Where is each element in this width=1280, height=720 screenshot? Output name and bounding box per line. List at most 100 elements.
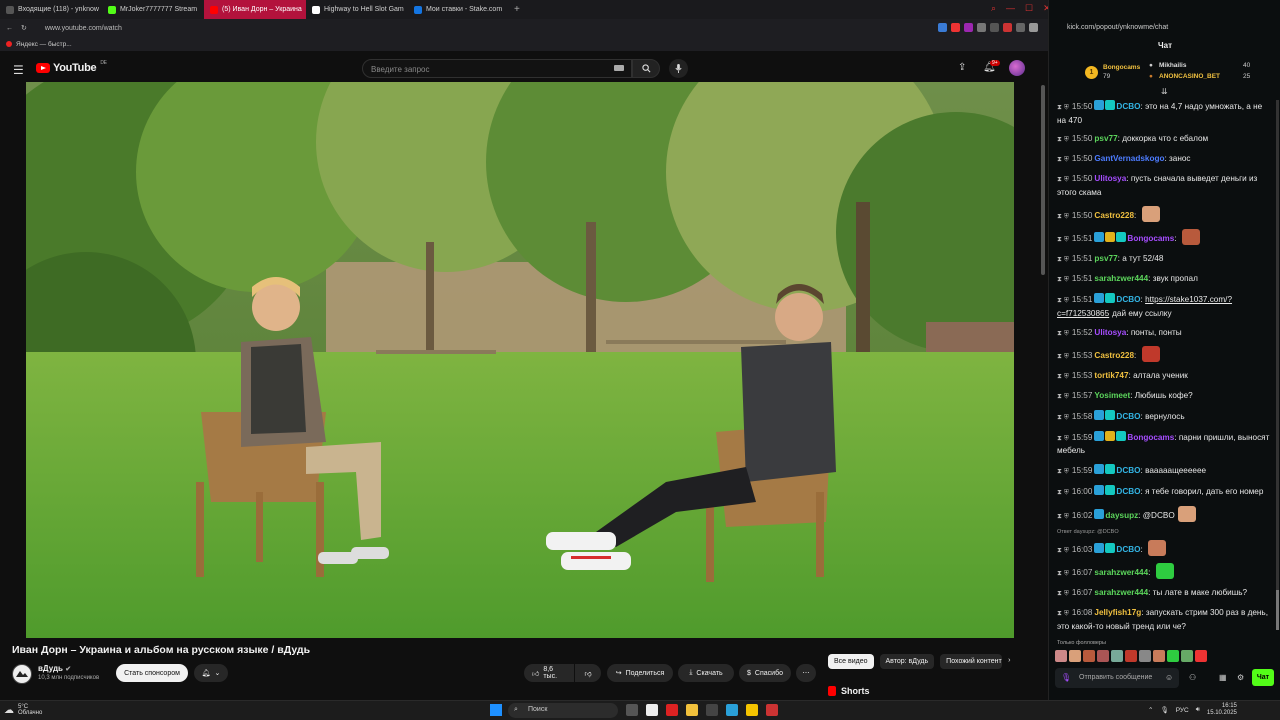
message-username[interactable]: Ulitosya	[1094, 328, 1126, 337]
language-indicator[interactable]: РУС	[1176, 707, 1189, 714]
sticky-notes-icon[interactable]	[746, 704, 758, 716]
emote-icon[interactable]	[1055, 650, 1067, 662]
emote-icon[interactable]	[1153, 650, 1165, 662]
chevron-up-icon[interactable]: ⌃	[1148, 706, 1153, 714]
search-button[interactable]	[632, 59, 660, 78]
message-username[interactable]: DCBO	[1116, 102, 1140, 111]
chat-message[interactable]: ⧗ ⛨ 15:58 DCBO: вернулось	[1057, 410, 1271, 425]
emote-icon[interactable]	[1069, 650, 1081, 662]
page-scrollbar[interactable]	[1041, 85, 1045, 275]
message-username[interactable]: DCBO	[1116, 295, 1140, 304]
weather-widget[interactable]: ☁ 5°C Облачно	[4, 704, 42, 716]
yandex-browser-icon[interactable]	[646, 704, 658, 716]
message-username[interactable]: daysupz	[1105, 511, 1138, 520]
windows-start-icon[interactable]	[490, 704, 502, 716]
chat-message[interactable]: ⧗ ⛨ 15:51 psv77: а тут 52/48	[1057, 253, 1271, 267]
folder-icon[interactable]	[686, 704, 698, 716]
message-username[interactable]: Castro228	[1094, 351, 1134, 360]
url-field[interactable]: www.youtube.com/watch	[45, 25, 122, 32]
message-username[interactable]: Ulitosya	[1094, 174, 1126, 183]
browser-tab[interactable]: Входящие (118) - ynknow	[0, 0, 102, 19]
extension-icon[interactable]	[951, 23, 960, 32]
extension-icon[interactable]	[1016, 23, 1025, 32]
moderation-icon[interactable]: ⧗ ⛨	[1057, 489, 1069, 496]
message-username[interactable]: psv77	[1094, 254, 1117, 263]
chat-message[interactable]: ⧗ ⛨ 16:02 daysupz: @DCBO	[1057, 506, 1271, 524]
message-username[interactable]: DCBO	[1116, 487, 1140, 496]
moderation-icon[interactable]: ⧗ ⛨	[1057, 353, 1069, 360]
moderation-icon[interactable]: ⧗ ⛨	[1057, 236, 1069, 243]
moderation-icon[interactable]: ⧗ ⛨	[1057, 393, 1069, 400]
subscription-bell-button[interactable]: 🔔︎ ⌄	[194, 664, 228, 682]
chat-message[interactable]: ⧗ ⛨ 15:51 DCBO: https://stake1037.com/?c=f…	[1057, 293, 1271, 320]
moderation-icon[interactable]: ⧗ ⛨	[1057, 435, 1069, 442]
settings-gear-icon[interactable]: ⚙	[1237, 673, 1244, 682]
bookmark-yandex[interactable]: Яндекс — быстр...	[16, 41, 72, 48]
chat-message[interactable]: ⧗ ⛨ 15:53 Castro228:	[1057, 346, 1271, 364]
message-username[interactable]: Bongocams	[1127, 433, 1174, 442]
moderation-icon[interactable]: ⧗ ⛨	[1057, 610, 1069, 617]
menu-icon[interactable]: ☰	[13, 63, 24, 77]
moderation-icon[interactable]: ⧗ ⛨	[1057, 547, 1069, 554]
chat-message[interactable]: ⧗ ⛨ 15:59 Bongocams: парни пришли, выносят…	[1057, 430, 1271, 458]
keyboard-icon[interactable]	[614, 65, 624, 71]
emoji-icon[interactable]: ☺	[1165, 673, 1173, 682]
emote-icon[interactable]	[1139, 650, 1151, 662]
message-username[interactable]: sarahzwer444	[1094, 274, 1148, 283]
more-actions-button[interactable]: ⋯	[796, 664, 816, 682]
message-username[interactable]: tortik747	[1094, 371, 1128, 380]
taskbar-search[interactable]: Поиск	[508, 703, 618, 718]
browser-tab[interactable]: MrJoker7777777 Stream	[102, 0, 204, 19]
chip-all-videos[interactable]: Все видео	[828, 654, 874, 669]
chip-author[interactable]: Автор: вДудь	[879, 654, 935, 669]
chat-message[interactable]: ⧗ ⛨ 15:50 psv77: доккорка что с ебалом	[1057, 133, 1271, 147]
chat-message[interactable]: ⧗ ⛨ 16:07 sarahzwer444:	[1057, 563, 1271, 581]
message-username[interactable]: Castro228	[1094, 211, 1134, 220]
task-view-icon[interactable]	[626, 704, 638, 716]
extension-icon[interactable]	[990, 23, 999, 32]
moderation-icon[interactable]: ⧗ ⛨	[1057, 276, 1069, 283]
moderation-icon[interactable]: ⧗ ⛨	[1057, 468, 1069, 475]
chat-message[interactable]: ⧗ ⛨ 15:57 Yosimeet: Любишь кофе?	[1057, 390, 1271, 404]
moderation-icon[interactable]: ⧗ ⛨	[1057, 297, 1069, 304]
chat-message[interactable]: ⧗ ⛨ 15:59 DCBO: вааааащееееее	[1057, 464, 1271, 479]
opera-icon[interactable]	[666, 704, 678, 716]
moderation-icon[interactable]: ⧗ ⛨	[1057, 156, 1069, 163]
microphone-icon[interactable]: 🎙︎	[1160, 706, 1168, 714]
message-username[interactable]: DCBO	[1116, 466, 1140, 475]
message-username[interactable]: psv77	[1094, 134, 1117, 143]
emote-icon[interactable]	[1167, 650, 1179, 662]
thanks-button[interactable]: $ Спасибо	[739, 664, 791, 682]
telegram-icon[interactable]	[726, 704, 738, 716]
message-username[interactable]: Jellyfish17g	[1094, 608, 1141, 617]
recorder-icon[interactable]	[766, 704, 778, 716]
emote-icon[interactable]	[1097, 650, 1109, 662]
message-username[interactable]: Bongocams	[1127, 234, 1174, 243]
moderation-icon[interactable]: ⧗ ⛨	[1057, 330, 1069, 337]
minimize-icon[interactable]: —	[1006, 3, 1015, 14]
youtube-logo[interactable]: YouTube DE	[36, 60, 107, 74]
moderation-icon[interactable]: ⧗ ⛨	[1057, 570, 1069, 577]
dislike-button[interactable]: 👎︎	[575, 664, 601, 682]
gift-icon[interactable]: ▦	[1219, 673, 1227, 682]
user-avatar[interactable]	[1009, 60, 1025, 76]
moderation-icon[interactable]: ⧗ ⛨	[1057, 104, 1069, 111]
moderation-icon[interactable]: ⧗ ⛨	[1057, 136, 1069, 143]
clock[interactable]: 16:15 15.10.2025	[1207, 703, 1237, 717]
message-username[interactable]: Yosimeet	[1094, 391, 1130, 400]
microphone-icon[interactable]: 🎙︎	[1061, 673, 1071, 682]
moderation-icon[interactable]: ⧗ ⛨	[1057, 513, 1069, 520]
browser-tab[interactable]: Мои ставки - Stake.com	[408, 0, 510, 19]
chat-scrollbar[interactable]	[1276, 100, 1279, 630]
extension-icon[interactable]	[1029, 23, 1038, 32]
upload-icon[interactable]: ⇪	[958, 62, 966, 73]
extension-icon[interactable]	[1003, 23, 1012, 32]
steam-icon[interactable]	[706, 704, 718, 716]
moderation-icon[interactable]: ⧗ ⛨	[1057, 213, 1069, 220]
share-button[interactable]: ↪ Поделиться	[607, 664, 673, 682]
chat-message[interactable]: ⧗ ⛨ 15:52 Ulitosya: понты, понты	[1057, 327, 1271, 341]
chat-send-button[interactable]: Чат	[1252, 669, 1274, 686]
expand-icon[interactable]: ⇊	[1161, 87, 1168, 96]
reload-icon[interactable]: ↻	[21, 24, 27, 32]
chat-message[interactable]: ⧗ ⛨ 16:00 DCBO: я тебе говорил, дать его н…	[1057, 485, 1271, 500]
